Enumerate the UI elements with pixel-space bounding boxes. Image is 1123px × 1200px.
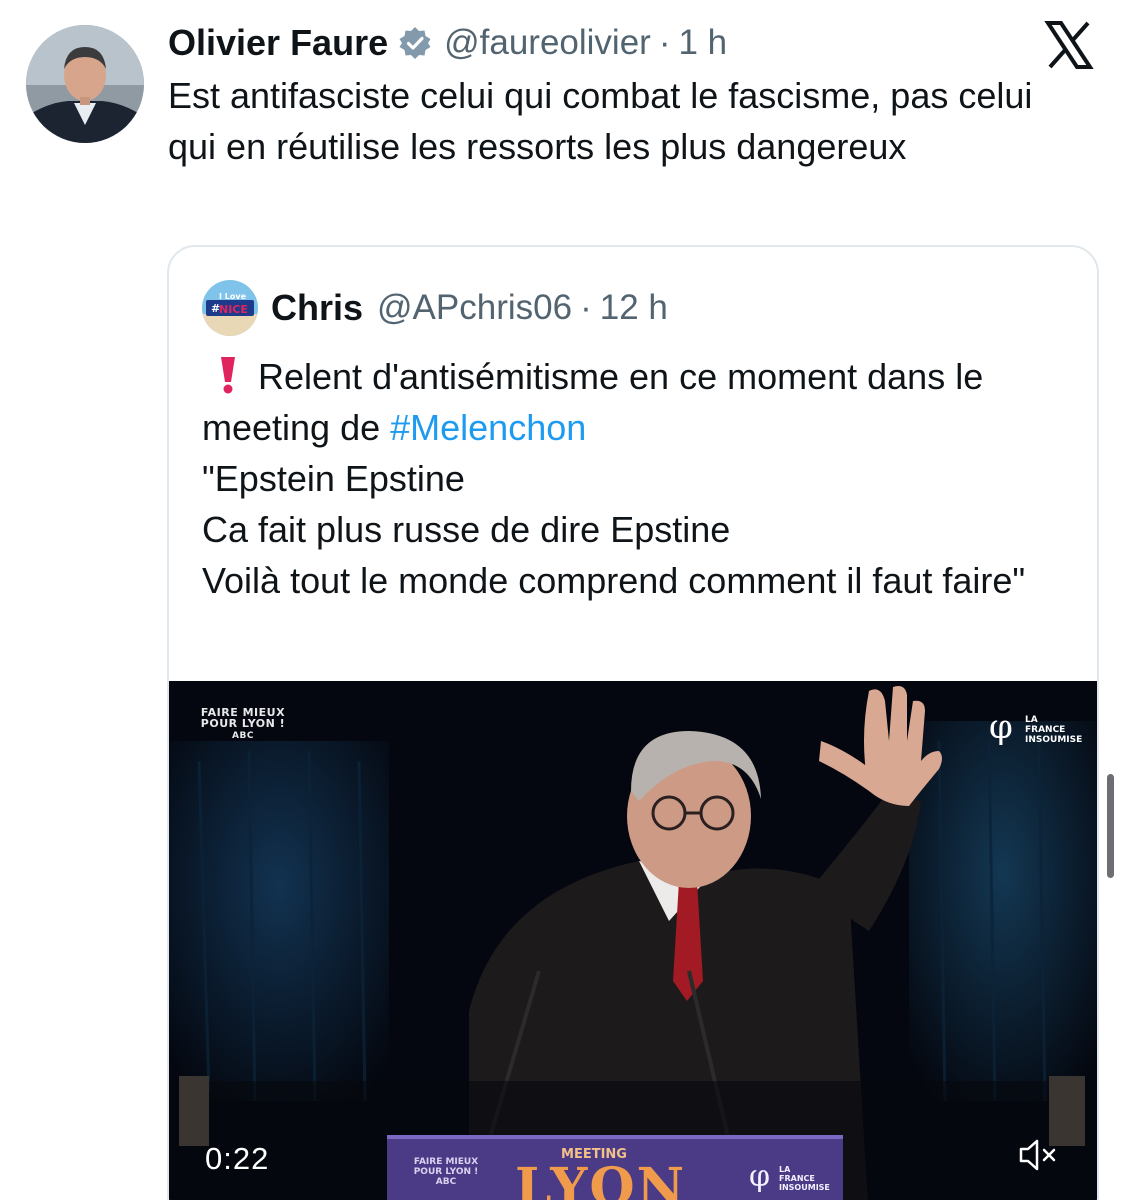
quoted-tweet-card[interactable]: # NICE I Love Chris @APchris06 · 12 h Re… [167,245,1099,1200]
exclamation-icon [216,355,240,395]
lectern-slogan: FAIRE MIEUX POUR LYON ! ABC [401,1157,491,1187]
author-avatar[interactable] [26,25,144,143]
quote-author-avatar[interactable]: # NICE I Love [202,280,258,336]
lectern-banner: FAIRE MIEUX POUR LYON ! ABC MEETING LYON… [387,1135,843,1200]
author-handle[interactable]: @faureolivier [444,23,651,63]
tweet-header: Olivier Faure @faureolivier · 1 h [168,20,727,66]
phi-logo-icon: φ [749,1159,771,1194]
lectern-party-line1: LA [779,1165,791,1174]
video-overlay-text: FAIRE MIEUX POUR LYON ! [200,706,286,730]
party-logo-line3: INSOUMISE [1025,735,1083,745]
lectern-city-label: LYON [515,1157,687,1200]
lectern-party-text: LA FRANCE INSOUMISE [779,1165,830,1192]
separator-dot: · [658,23,671,62]
quote-text-line1: Relent d'antisémitisme en ce moment dans… [202,356,984,448]
tweet-timestamp[interactable]: 1 h [678,23,727,63]
author-name[interactable]: Olivier Faure [168,22,388,64]
phi-logo-icon: φ [989,707,1013,747]
quote-timestamp[interactable]: 12 h [600,288,668,328]
scrollbar-thumb[interactable] [1107,774,1114,878]
party-logo: φ LA FRANCE INSOUMISE [989,707,1082,749]
svg-text:I Love: I Love [219,292,247,301]
video-player[interactable]: FAIRE MIEUX POUR LYON ! ABC φ LA FRANCE … [169,681,1097,1200]
tweet-screenshot: — — — — — — — Olivier Faure @faureolivie… [0,0,1123,1200]
lectern-slogan-text: FAIRE MIEUX POUR LYON ! [413,1157,479,1177]
party-logo-text: LA FRANCE INSOUMISE [1025,715,1082,745]
video-timer: 0:22 [205,1141,270,1176]
video-overlay-logo: FAIRE MIEUX POUR LYON ! ABC [183,707,303,742]
lectern-party-line3: INSOUMISE [779,1183,830,1192]
clipped-previous-content: — — — — — — — [110,0,630,2]
svg-text:NICE: NICE [219,303,248,316]
video-frame [169,681,1097,1200]
lectern-slogan-subtext: ABC [435,1177,457,1187]
quote-author-handle[interactable]: @APchris06 [377,288,572,328]
quote-text-rest: "Epstein Epstine Ca fait plus russe de di… [202,458,1026,601]
quote-author-name[interactable]: Chris [271,287,363,329]
quote-text: Relent d'antisémitisme en ce moment dans… [202,351,1072,606]
lectern-party-line2: FRANCE [779,1174,815,1183]
quote-header: Chris @APchris06 · 12 h [271,283,668,333]
party-logo-line1: LA [1025,715,1038,725]
video-overlay-subtext: ABC [232,731,254,741]
separator-dot: · [580,288,592,327]
verified-badge-icon [398,26,432,60]
tweet-text: Est antifasciste celui qui combat le fas… [168,75,1033,167]
x-logo-icon [1044,20,1094,70]
party-logo-line2: FRANCE [1025,725,1066,735]
mute-icon[interactable] [1018,1137,1058,1173]
hashtag-link[interactable]: #Melenchon [390,407,586,448]
